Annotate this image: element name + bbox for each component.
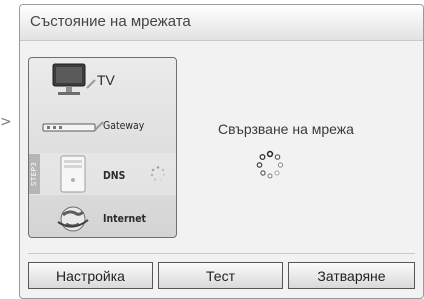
step-label-internet: Internet <box>103 212 147 225</box>
globe-icon <box>57 206 89 232</box>
close-button[interactable]: Затваряне <box>288 262 415 289</box>
connecting-status-text: Свързване на мрежа <box>218 121 354 137</box>
step-label-gateway: Gateway <box>103 119 145 132</box>
step-row-tv: TV <box>29 58 176 102</box>
test-button[interactable]: Тест <box>158 262 283 289</box>
left-edge-indicator: > <box>0 114 12 130</box>
router-icon <box>42 121 104 132</box>
dialog-title-bar: Състояние на мрежата <box>20 5 423 41</box>
server-icon <box>60 155 86 193</box>
step-tab: STEP3 <box>29 154 40 194</box>
loading-spinner-small-icon <box>150 166 166 181</box>
network-status-dialog: Състояние на мрежата TV Gateway STEP3 DN… <box>19 4 424 299</box>
dialog-title: Състояние на мрежата <box>30 13 191 30</box>
loading-spinner-icon <box>256 150 284 179</box>
connection-steps-panel: TV Gateway STEP3 DNS Internet <box>28 57 177 238</box>
step-label-tv: TV <box>97 72 115 88</box>
step-row-internet: Internet <box>29 196 176 237</box>
button-divider <box>28 253 415 254</box>
settings-button[interactable]: Настройка <box>28 262 153 289</box>
step-row-gateway: Gateway <box>29 102 176 146</box>
step-label-dns: DNS <box>103 169 126 182</box>
step-row-dns: STEP3 DNS <box>29 153 176 195</box>
